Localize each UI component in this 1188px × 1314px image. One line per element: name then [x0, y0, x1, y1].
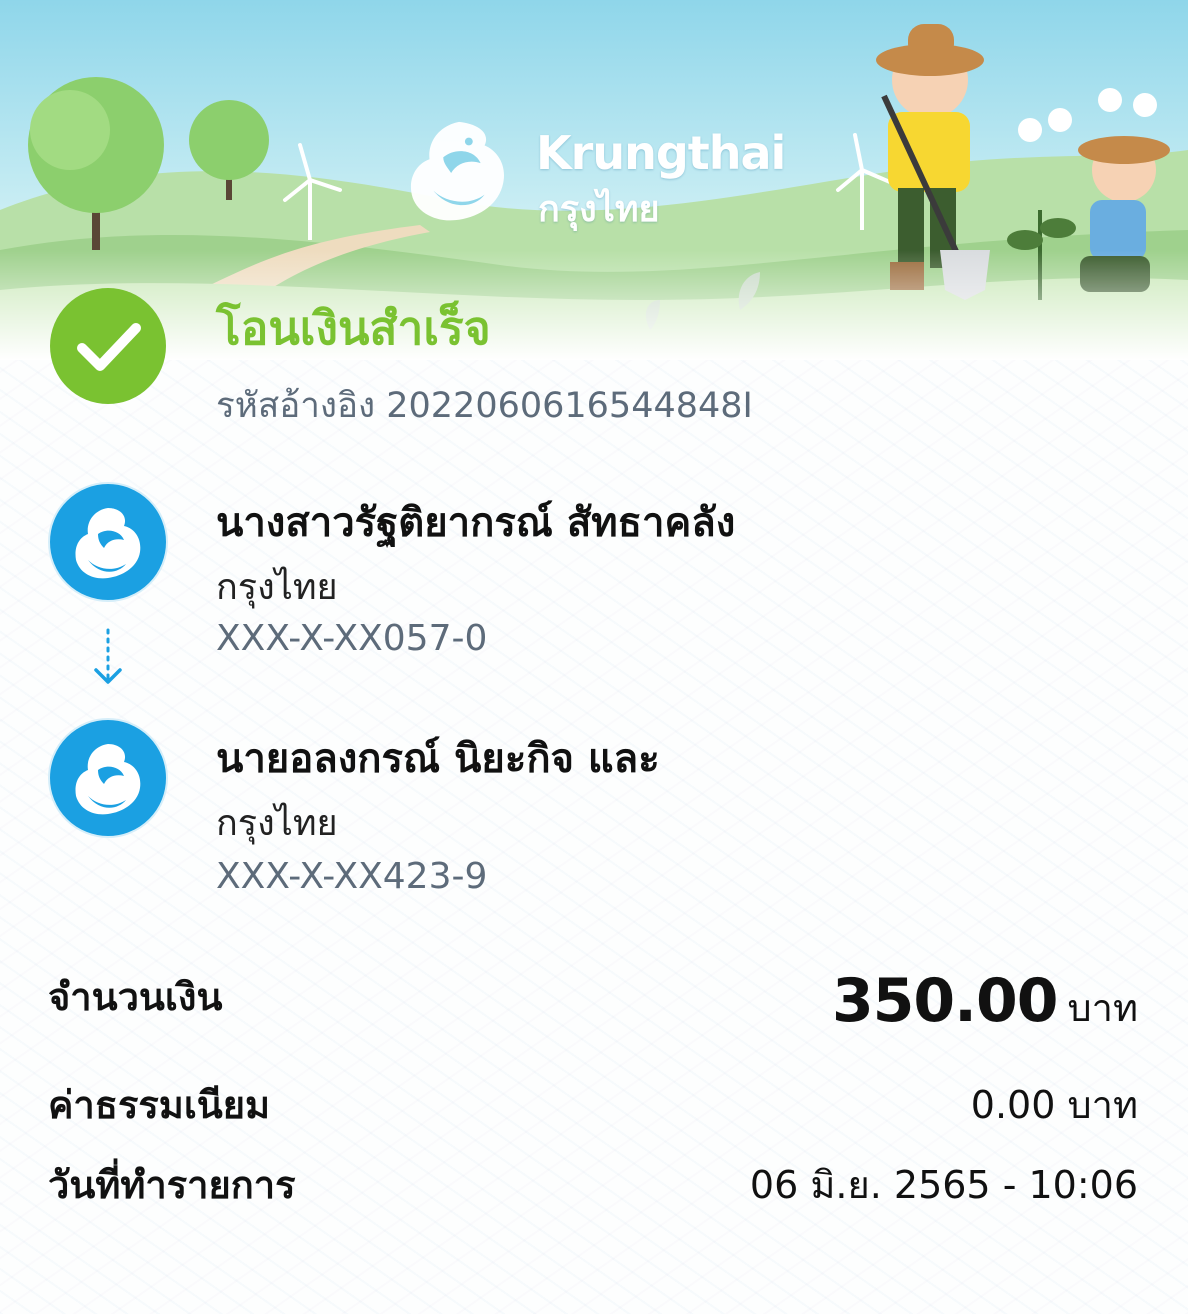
- amount-label: จำนวนเงิน: [48, 975, 223, 1019]
- fee-label: ค่าธรรมเนียม: [48, 1083, 271, 1127]
- krungthai-logo-icon: [410, 121, 505, 221]
- amount-value: 350.00: [831, 966, 1059, 1036]
- reference-number: 2022060616544848I: [386, 386, 753, 426]
- sender-name: นางสาวรัฐติยากรณ์ สัทธาคลัง: [216, 500, 736, 546]
- brand-name-th: กรุงไทย: [538, 189, 660, 230]
- receiver-bank-icon: [48, 718, 168, 838]
- fee-value: 0.00 บาท: [970, 1083, 1138, 1127]
- brand-logo: Krungthai กรุงไทย: [400, 112, 800, 232]
- sender-bank-icon: [48, 482, 168, 602]
- receiver-bank: กรุงไทย: [216, 803, 338, 844]
- reference-row: รหัสอ้างอิง 2022060616544848I: [216, 378, 753, 433]
- arrow-down-icon: [94, 628, 122, 684]
- amount-unit: บาท: [1067, 986, 1138, 1030]
- reference-label: รหัสอ้างอิง: [216, 386, 376, 426]
- status-title: โอนเงินสำเร็จ: [216, 301, 491, 355]
- date-value: 06 มิ.ย. 2565 - 10:06: [749, 1163, 1138, 1207]
- brand-name-en: Krungthai: [536, 126, 786, 180]
- transfer-slip: Krungthai กรุงไทย โอนเงินสำเร็จ รหัสอ้าง…: [0, 0, 1188, 1314]
- check-icon: [50, 288, 166, 404]
- receiver-account: XXX-X-XX423-9: [216, 856, 488, 897]
- amount-value-row: 350.00 บาท: [832, 966, 1138, 1038]
- receiver-name: นายอลงกรณ์ นิยะกิจ และ: [216, 736, 660, 782]
- sender-account: XXX-X-XX057-0: [216, 618, 488, 659]
- sender-bank: กรุงไทย: [216, 567, 338, 608]
- date-label: วันที่ทำรายการ: [48, 1163, 296, 1207]
